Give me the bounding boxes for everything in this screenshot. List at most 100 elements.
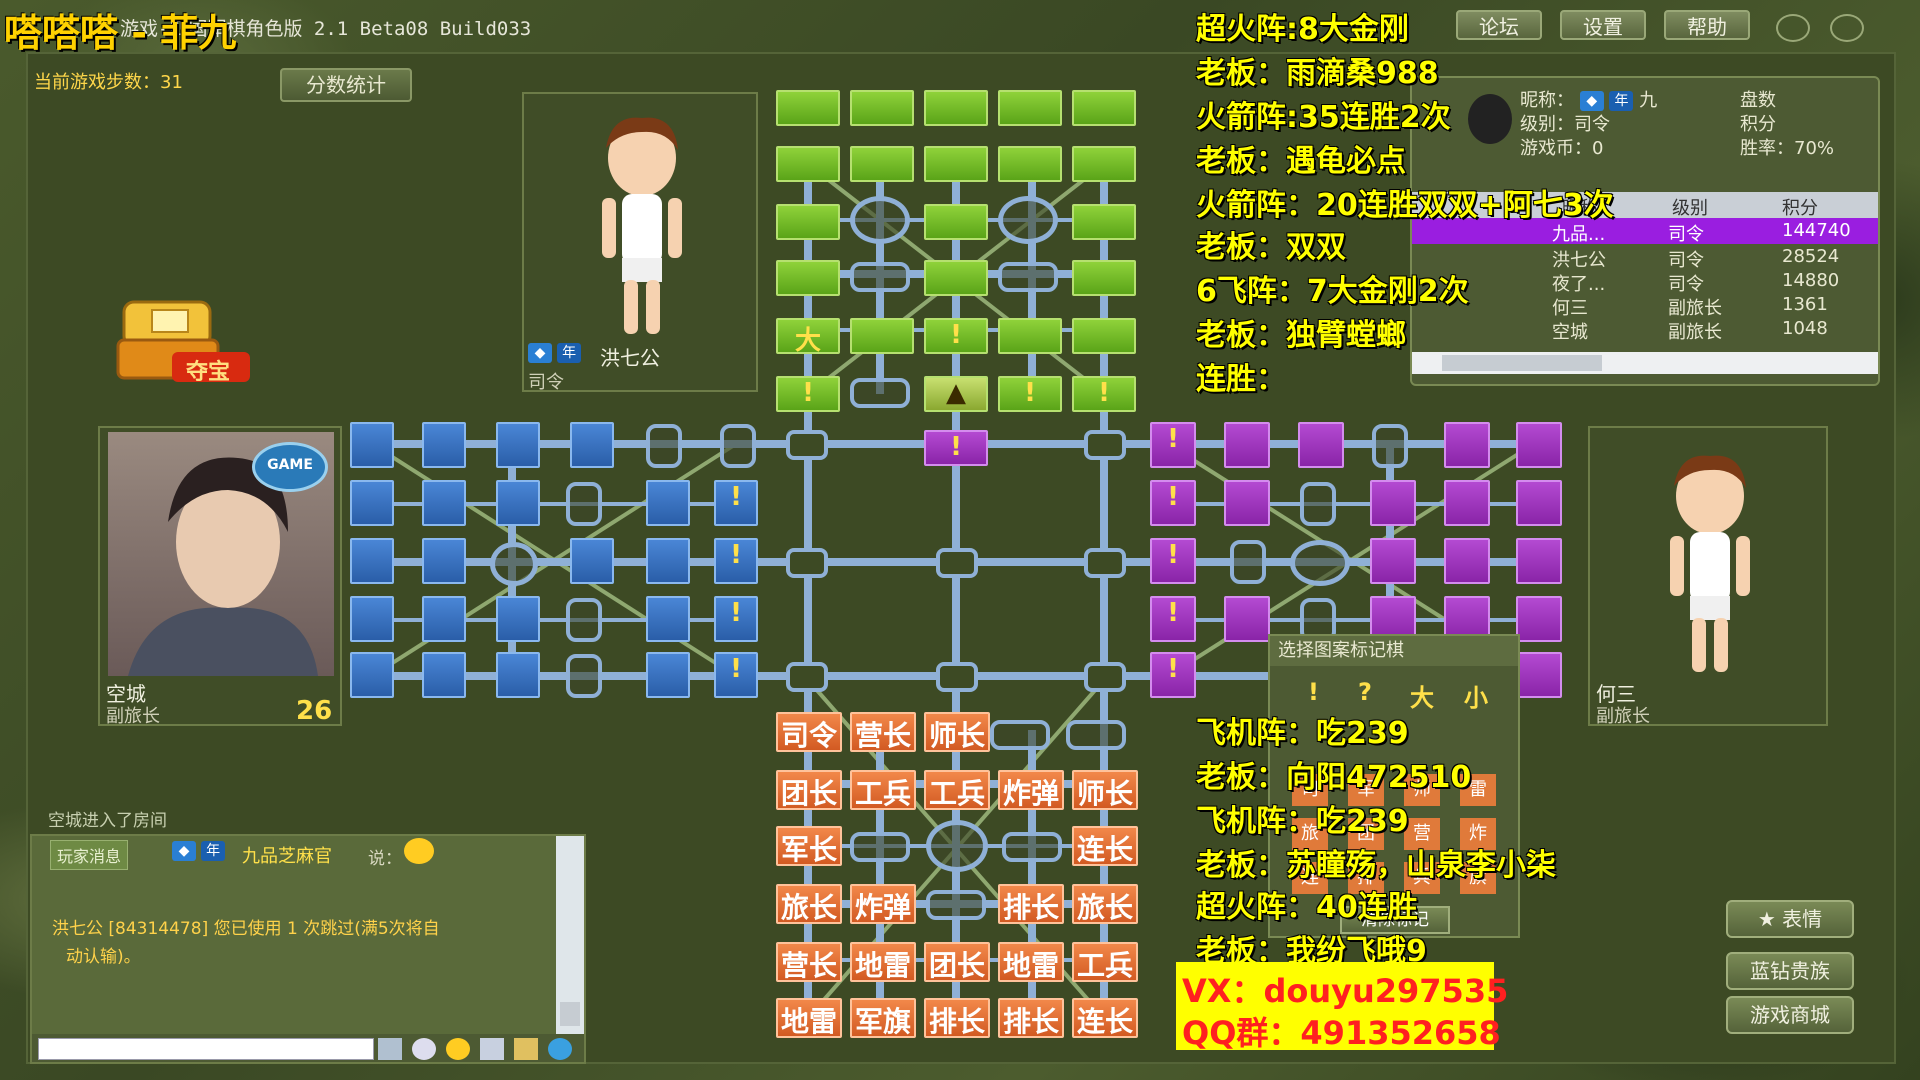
own-piece[interactable]: 连长: [1072, 998, 1138, 1038]
left-enemy-piece-marked[interactable]: !: [714, 652, 758, 698]
own-piece[interactable]: 军长: [776, 826, 842, 866]
post-node[interactable]: [998, 262, 1058, 292]
top-enemy-piece-marked[interactable]: 大: [776, 318, 840, 356]
mark-symbol-small[interactable]: 小: [1464, 678, 1488, 713]
top-enemy-piece[interactable]: [1072, 260, 1136, 296]
mark-symbol-big[interactable]: 大: [1410, 678, 1434, 713]
top-enemy-piece[interactable]: [1072, 90, 1136, 126]
top-enemy-piece[interactable]: [850, 318, 914, 354]
top-enemy-piece-marked[interactable]: !: [1072, 376, 1136, 412]
top-enemy-piece[interactable]: [776, 260, 840, 296]
own-piece[interactable]: 地雷: [776, 998, 842, 1038]
right-enemy-piece-marked[interactable]: !: [1150, 480, 1196, 526]
right-enemy-piece[interactable]: [1444, 422, 1490, 468]
post-node[interactable]: [1230, 540, 1266, 584]
left-enemy-piece[interactable]: [350, 538, 394, 584]
table-row[interactable]: 何三 副旅长 1361: [1412, 292, 1878, 319]
left-enemy-piece[interactable]: [496, 652, 540, 698]
left-enemy-piece[interactable]: [422, 538, 466, 584]
own-piece[interactable]: 师长: [924, 712, 990, 752]
smiley-icon[interactable]: [446, 1038, 470, 1060]
right-enemy-piece[interactable]: [1224, 480, 1270, 526]
right-enemy-piece[interactable]: [1444, 538, 1490, 584]
own-piece[interactable]: 排长: [998, 884, 1064, 924]
post-node[interactable]: [926, 890, 986, 920]
scrollbar-thumb[interactable]: [1442, 355, 1602, 371]
right-enemy-piece-marked[interactable]: !: [1150, 422, 1196, 468]
blue-diamond-button[interactable]: 蓝钻贵族: [1726, 952, 1854, 990]
left-enemy-piece[interactable]: [496, 422, 540, 468]
chat-bubble-icon[interactable]: [412, 1038, 436, 1060]
right-enemy-piece-marked[interactable]: !: [1150, 596, 1196, 642]
left-enemy-piece[interactable]: [422, 652, 466, 698]
own-piece[interactable]: 旅长: [776, 884, 842, 924]
camp-node[interactable]: [998, 196, 1058, 244]
own-piece[interactable]: 地雷: [850, 942, 916, 982]
left-enemy-piece[interactable]: [570, 538, 614, 584]
post-node[interactable]: [646, 424, 682, 468]
top-enemy-piece[interactable]: [776, 204, 840, 240]
post-node[interactable]: [1066, 720, 1126, 750]
top-enemy-piece[interactable]: [776, 90, 840, 126]
own-piece[interactable]: 工兵: [1072, 942, 1138, 982]
left-enemy-piece[interactable]: [570, 422, 614, 468]
top-enemy-piece[interactable]: [776, 146, 840, 182]
right-enemy-piece[interactable]: [1444, 480, 1490, 526]
left-enemy-piece[interactable]: [422, 596, 466, 642]
board-node[interactable]: [1084, 662, 1126, 692]
left-enemy-piece[interactable]: [350, 596, 394, 642]
mark-symbol-exclaim[interactable]: !: [1308, 678, 1319, 706]
top-enemy-piece[interactable]: [998, 318, 1062, 354]
top-enemy-piece[interactable]: [850, 90, 914, 126]
left-enemy-piece-marked[interactable]: !: [714, 480, 758, 526]
left-enemy-piece[interactable]: [422, 480, 466, 526]
left-enemy-piece-marked[interactable]: !: [714, 538, 758, 584]
right-enemy-piece[interactable]: [1516, 652, 1562, 698]
right-enemy-piece[interactable]: [1516, 480, 1562, 526]
own-piece[interactable]: 炸弹: [998, 770, 1064, 810]
speaker-icon[interactable]: [480, 1038, 504, 1060]
post-node[interactable]: [850, 262, 910, 292]
camp-node[interactable]: [1290, 540, 1350, 586]
table-row[interactable]: 空城 副旅长 1048: [1412, 316, 1878, 343]
own-piece[interactable]: 排长: [924, 998, 990, 1038]
left-enemy-piece[interactable]: [646, 596, 690, 642]
table-row[interactable]: 洪七公 司令 28524: [1412, 244, 1878, 271]
game-shop-button[interactable]: 游戏商城: [1726, 996, 1854, 1034]
chevron-down-icon[interactable]: [378, 1038, 402, 1060]
board-node[interactable]: [786, 430, 828, 460]
post-node[interactable]: [566, 482, 602, 526]
left-enemy-piece[interactable]: [350, 652, 394, 698]
right-enemy-piece[interactable]: [1298, 422, 1344, 468]
last-move-arrow-icon[interactable]: ▲: [924, 376, 988, 412]
board-node[interactable]: [936, 548, 978, 578]
left-enemy-piece[interactable]: [422, 422, 466, 468]
chat-input[interactable]: [38, 1038, 374, 1060]
post-node[interactable]: [566, 654, 602, 698]
table-row[interactable]: 夜了... 司令 14880: [1412, 268, 1878, 295]
own-piece[interactable]: 排长: [998, 998, 1064, 1038]
chat-scrollbar[interactable]: [556, 836, 584, 1034]
right-enemy-piece[interactable]: [1224, 422, 1270, 468]
top-enemy-piece[interactable]: [924, 90, 988, 126]
post-node[interactable]: [720, 424, 756, 468]
scrollbar-thumb[interactable]: [560, 1002, 580, 1026]
board-node[interactable]: [936, 662, 978, 692]
post-node[interactable]: [566, 598, 602, 642]
right-enemy-piece[interactable]: [1370, 538, 1416, 584]
top-enemy-piece[interactable]: [924, 146, 988, 182]
board-node[interactable]: [1084, 548, 1126, 578]
right-enemy-piece[interactable]: [1370, 480, 1416, 526]
wrench-icon[interactable]: [514, 1038, 538, 1060]
top-enemy-piece[interactable]: [998, 146, 1062, 182]
own-piece[interactable]: 团长: [924, 942, 990, 982]
top-enemy-piece[interactable]: [1072, 318, 1136, 354]
left-enemy-piece[interactable]: [350, 480, 394, 526]
right-enemy-piece-marked[interactable]: !: [1150, 538, 1196, 584]
own-piece[interactable]: 连长: [1072, 826, 1138, 866]
left-enemy-piece[interactable]: [496, 596, 540, 642]
top-enemy-piece[interactable]: [998, 90, 1062, 126]
post-node[interactable]: [850, 832, 910, 862]
own-piece[interactable]: 营长: [776, 942, 842, 982]
camp-node[interactable]: [850, 196, 910, 244]
